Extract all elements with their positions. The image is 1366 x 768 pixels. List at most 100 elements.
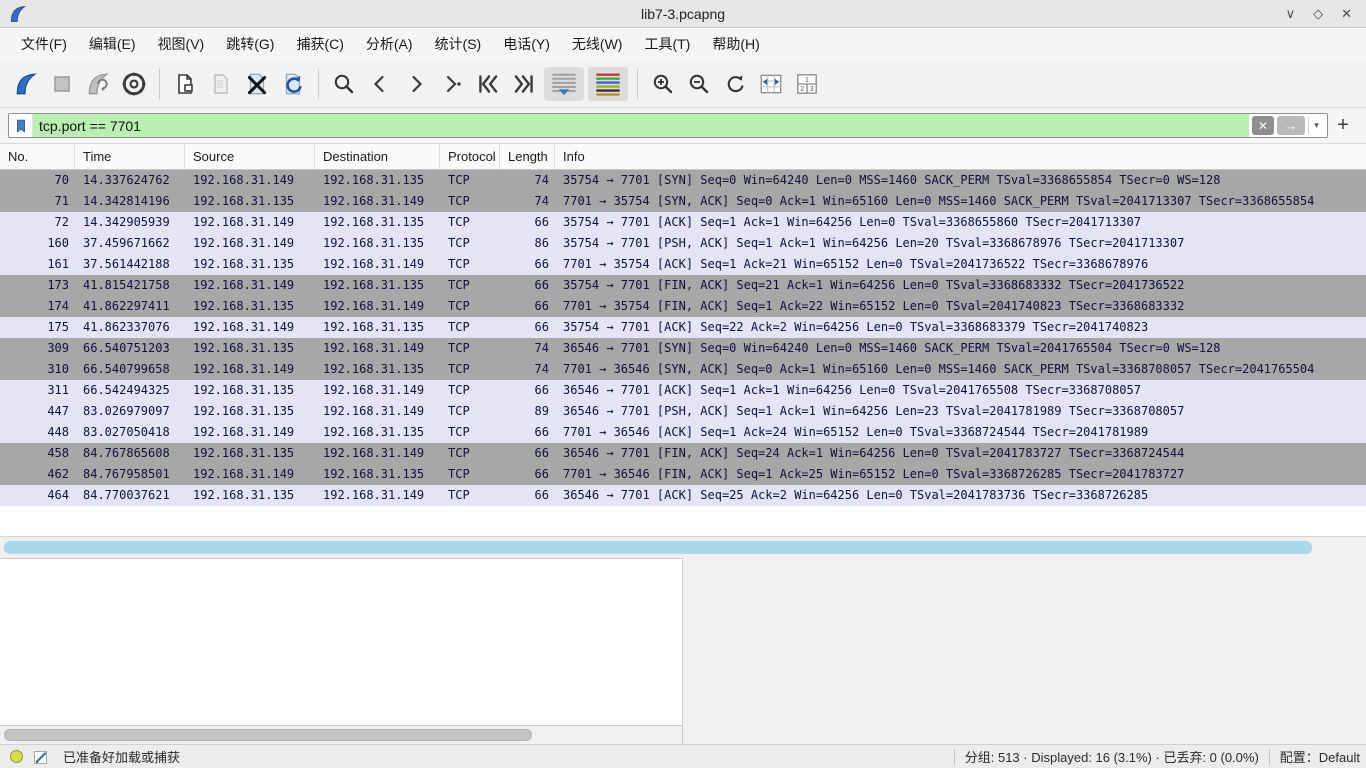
packet-row[interactable]: 16037.459671662192.168.31.149192.168.31.… (0, 233, 1366, 254)
colorize-icon[interactable] (588, 67, 628, 101)
filter-bookmark-icon[interactable] (9, 114, 33, 137)
cell-source: 192.168.31.135 (185, 443, 315, 464)
layout-chooser-icon[interactable]: 123 (791, 67, 823, 101)
cell-time: 41.815421758 (75, 275, 185, 296)
cell-length: 66 (500, 212, 555, 233)
column-header-destination[interactable]: Destination (315, 144, 440, 169)
column-header-time[interactable]: Time (75, 144, 185, 169)
open-file-icon[interactable] (169, 67, 201, 101)
cell-destination: 192.168.31.135 (315, 170, 440, 191)
menu-view[interactable]: 视图(V) (147, 29, 216, 59)
menu-wireless[interactable]: 无线(W) (561, 29, 634, 59)
window-title: lib7-3.pcapng (0, 6, 1366, 22)
menu-telephony[interactable]: 电话(Y) (492, 29, 561, 59)
zoom-out-icon[interactable] (683, 67, 715, 101)
packet-row[interactable]: 17341.815421758192.168.31.149192.168.31.… (0, 275, 1366, 296)
cell-length: 66 (500, 317, 555, 338)
filter-clear-button[interactable]: ✕ (1252, 116, 1274, 135)
menu-capture[interactable]: 捕获(C) (285, 29, 354, 59)
cell-destination: 192.168.31.149 (315, 254, 440, 275)
stop-capture-icon[interactable] (46, 67, 78, 101)
cell-info: 36546 → 7701 [SYN] Seq=0 Win=64240 Len=0… (555, 338, 1366, 359)
packet-row[interactable]: 16137.561442188192.168.31.135192.168.31.… (0, 254, 1366, 275)
cell-protocol: TCP (440, 422, 500, 443)
packet-row[interactable]: 7014.337624762192.168.31.149192.168.31.1… (0, 170, 1366, 191)
packet-row[interactable]: 31166.542494325192.168.31.135192.168.31.… (0, 380, 1366, 401)
column-header-no[interactable]: No. (0, 144, 75, 169)
cell-info: 35754 → 7701 [ACK] Seq=22 Ack=2 Win=6425… (555, 317, 1366, 338)
go-back-icon[interactable] (364, 67, 396, 101)
cell-no: 448 (0, 422, 75, 443)
packet-list-hscrollbar-thumb[interactable] (4, 541, 1312, 554)
cell-time: 84.767958501 (75, 464, 185, 485)
display-filter-input[interactable]: tcp.port == 7701 (33, 114, 1249, 137)
packet-row[interactable]: 7214.342905939192.168.31.149192.168.31.1… (0, 212, 1366, 233)
minimize-button[interactable]: ∨ (1286, 7, 1296, 20)
packet-row[interactable]: 46284.767958501192.168.31.149192.168.31.… (0, 464, 1366, 485)
zoom-original-icon[interactable] (719, 67, 751, 101)
packet-list-body: 7014.337624762192.168.31.149192.168.31.1… (0, 170, 1366, 506)
go-forward-icon[interactable] (400, 67, 432, 101)
column-header-info[interactable]: Info (555, 144, 1366, 169)
packet-details-hscrollbar-thumb[interactable] (4, 729, 532, 741)
filter-dropdown-caret[interactable]: ▾ (1308, 116, 1324, 135)
cell-destination: 192.168.31.149 (315, 191, 440, 212)
packet-row[interactable]: 44783.026979097192.168.31.135192.168.31.… (0, 401, 1366, 422)
status-profile[interactable]: 配置：Default (1280, 747, 1366, 766)
cell-destination: 192.168.31.135 (315, 212, 440, 233)
capture-options-icon[interactable] (118, 67, 150, 101)
cell-info: 7701 → 35754 [ACK] Seq=1 Ack=21 Win=6515… (555, 254, 1366, 275)
cell-source: 192.168.31.135 (185, 191, 315, 212)
cell-time: 83.026979097 (75, 401, 185, 422)
menu-help[interactable]: 帮助(H) (701, 29, 770, 59)
zoom-in-icon[interactable] (647, 67, 679, 101)
cell-protocol: TCP (440, 212, 500, 233)
find-packet-icon[interactable] (328, 67, 360, 101)
go-last-icon[interactable] (508, 67, 540, 101)
status-separator (1269, 749, 1270, 765)
cell-info: 36546 → 7701 [ACK] Seq=1 Ack=1 Win=64256… (555, 380, 1366, 401)
column-header-source[interactable]: Source (185, 144, 315, 169)
capture-comment-icon[interactable] (33, 749, 49, 765)
start-capture-icon[interactable] (10, 67, 42, 101)
capture-status-led-icon[interactable] (10, 750, 23, 763)
restart-capture-icon[interactable] (82, 67, 114, 101)
close-file-icon[interactable] (241, 67, 273, 101)
filter-apply-button[interactable]: → (1277, 116, 1305, 135)
maximize-button[interactable]: ◇ (1313, 7, 1323, 20)
go-first-icon[interactable] (472, 67, 504, 101)
auto-scroll-icon[interactable] (544, 67, 584, 101)
cell-time: 66.540751203 (75, 338, 185, 359)
save-file-icon[interactable] (205, 67, 237, 101)
cell-time: 66.542494325 (75, 380, 185, 401)
menu-analyze[interactable]: 分析(A) (355, 29, 424, 59)
cell-destination: 192.168.31.135 (315, 359, 440, 380)
cell-length: 74 (500, 191, 555, 212)
cell-no: 72 (0, 212, 75, 233)
menu-tools[interactable]: 工具(T) (633, 29, 701, 59)
cell-no: 174 (0, 296, 75, 317)
packet-row[interactable]: 17441.862297411192.168.31.135192.168.31.… (0, 296, 1366, 317)
resize-columns-icon[interactable] (755, 67, 787, 101)
go-to-packet-icon[interactable] (436, 67, 468, 101)
cell-info: 36546 → 7701 [PSH, ACK] Seq=1 Ack=1 Win=… (555, 401, 1366, 422)
packet-row[interactable]: 45884.767865608192.168.31.135192.168.31.… (0, 443, 1366, 464)
menu-edit[interactable]: 编辑(E) (78, 29, 147, 59)
menu-file[interactable]: 文件(F) (10, 29, 78, 59)
menu-statistics[interactable]: 统计(S) (424, 29, 493, 59)
close-button[interactable]: ✕ (1341, 7, 1352, 20)
packet-row[interactable]: 46484.770037621192.168.31.135192.168.31.… (0, 485, 1366, 506)
packet-row[interactable]: 31066.540799658192.168.31.149192.168.31.… (0, 359, 1366, 380)
packet-row[interactable]: 44883.027050418192.168.31.149192.168.31.… (0, 422, 1366, 443)
packet-row[interactable]: 7114.342814196192.168.31.135192.168.31.1… (0, 191, 1366, 212)
reload-file-icon[interactable] (277, 67, 309, 101)
filter-add-expression-button[interactable]: + (1328, 114, 1358, 137)
menu-go[interactable]: 跳转(G) (215, 29, 285, 59)
status-packet-counts: 分组: 513 · Displayed: 16 (3.1%) · 已丢弃: 0 … (965, 747, 1259, 766)
column-header-length[interactable]: Length (500, 144, 555, 169)
cell-no: 464 (0, 485, 75, 506)
packet-row[interactable]: 17541.862337076192.168.31.149192.168.31.… (0, 317, 1366, 338)
column-header-protocol[interactable]: Protocol (440, 144, 500, 169)
packet-row[interactable]: 30966.540751203192.168.31.135192.168.31.… (0, 338, 1366, 359)
cell-no: 311 (0, 380, 75, 401)
